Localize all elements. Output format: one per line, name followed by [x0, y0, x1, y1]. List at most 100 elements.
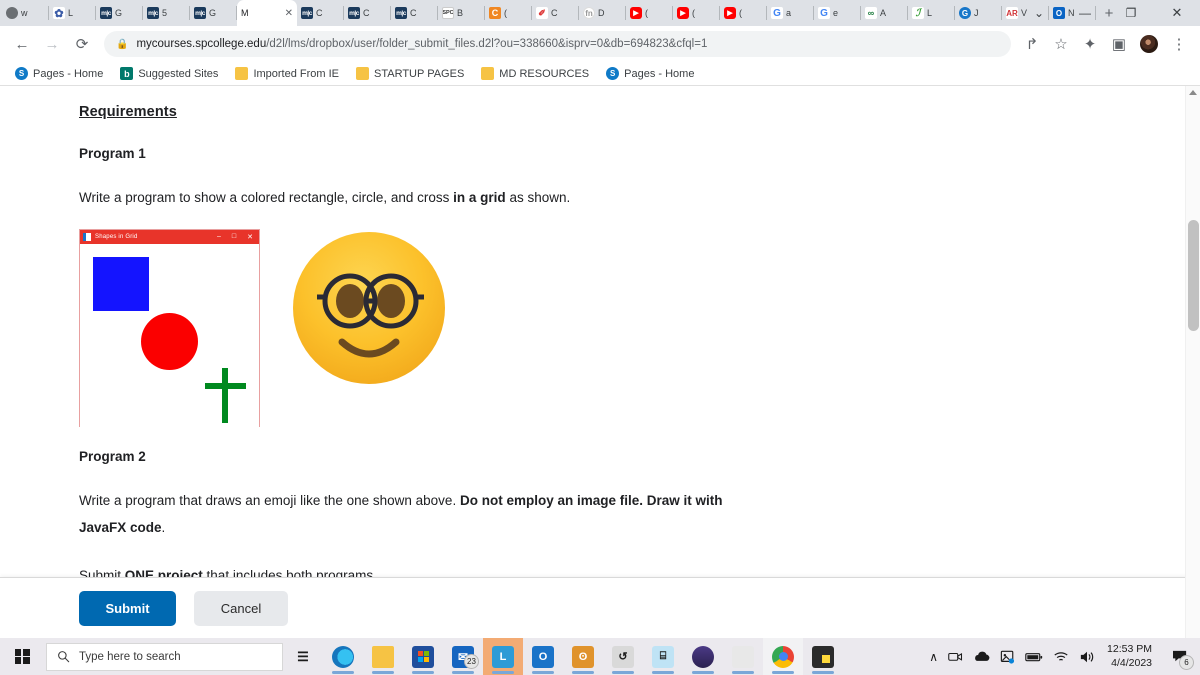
camera-icon[interactable]: [948, 650, 963, 663]
taskbar-search-box[interactable]: Type here to search: [46, 642, 283, 671]
wifi-icon[interactable]: [1053, 650, 1069, 663]
browser-tab[interactable]: m|c G: [96, 0, 143, 26]
file-explorer-icon[interactable]: [363, 638, 403, 675]
browser-tab[interactable]: ℐL: [908, 0, 955, 26]
edge-icon[interactable]: [323, 638, 363, 675]
chevron-up-icon[interactable]: ∧: [929, 650, 938, 664]
scroll-up-arrow-icon[interactable]: [1189, 90, 1197, 95]
microsoft-store-icon[interactable]: [403, 638, 443, 675]
program2-text-part2: .: [161, 519, 166, 535]
file-explorer-icon-glyph: [372, 645, 394, 668]
taskbar-clock[interactable]: 12:53 PM 4/4/2023: [1105, 643, 1158, 671]
maximize-button[interactable]: ❐: [1108, 0, 1154, 26]
system-tray: ∧ 12:53 PM 4/4/2023 6: [929, 643, 1200, 671]
bookmark-label: Suggested Sites: [138, 67, 219, 80]
browser-tab[interactable]: GJ: [955, 0, 1002, 26]
aleks-icon: ∞: [865, 7, 877, 19]
javafx-window-screenshot: Shapes in Grid – □ ✕: [79, 229, 260, 428]
browser-tab[interactable]: ▶(: [673, 0, 720, 26]
start-button[interactable]: [0, 638, 44, 675]
tab-label: (: [504, 8, 507, 18]
bookmarks-bar: S Pages - Home b Suggested Sites Imported Fr…: [0, 62, 1200, 86]
browser-tab[interactable]: ✿ L: [49, 0, 96, 26]
browser-tab[interactable]: m|c C: [344, 0, 391, 26]
notification-center-button[interactable]: 6: [1168, 645, 1194, 670]
blue-rectangle-shape: [93, 257, 149, 312]
chrome-icon[interactable]: [763, 638, 803, 675]
browser-tab[interactable]: SPC B: [438, 0, 485, 26]
sharepoint-icon: S: [606, 67, 620, 80]
browser-tab[interactable]: ∞ A: [861, 0, 908, 26]
form-action-bar: Submit Cancel: [0, 577, 1190, 638]
tab-label: (: [739, 8, 742, 18]
browser-tab[interactable]: ▶(: [626, 0, 673, 26]
amigo-icon[interactable]: ʘ: [563, 638, 603, 675]
forward-button[interactable]: →: [38, 30, 66, 58]
bookmark-item[interactable]: b Suggested Sites: [113, 65, 225, 82]
chrome-menu-icon[interactable]: ⋮: [1166, 31, 1192, 57]
browser-tab[interactable]: ▶(: [720, 0, 767, 26]
extensions-icon[interactable]: ✦: [1077, 31, 1103, 57]
chrome-icon-glyph: [772, 645, 794, 668]
bookmark-label: Pages - Home: [624, 67, 695, 80]
onedrive-icon[interactable]: [973, 651, 990, 663]
program2-description: Write a program that draws an emoji like…: [79, 488, 729, 541]
close-tab-icon[interactable]: ✕: [285, 8, 293, 19]
tab-label: C: [551, 8, 558, 18]
netbeans-icon[interactable]: [723, 638, 763, 675]
clipboard-icon: ✐: [536, 7, 548, 19]
side-panel-icon[interactable]: ▣: [1106, 31, 1132, 57]
browser-tab[interactable]: ✐ C: [532, 0, 579, 26]
youtube-icon: ▶: [630, 7, 642, 19]
bookmark-label: STARTUP PAGES: [374, 67, 465, 80]
sticky-notes-icon[interactable]: [803, 638, 843, 675]
share-icon[interactable]: ↱: [1019, 31, 1045, 57]
browser-tab[interactable]: m|c C: [391, 0, 438, 26]
bookmark-item[interactable]: S Pages - Home: [599, 65, 701, 82]
tab-label: L: [927, 8, 933, 18]
browser-tab[interactable]: Ge: [814, 0, 861, 26]
scrollbar-thumb[interactable]: [1188, 220, 1199, 331]
vertical-scrollbar[interactable]: [1185, 86, 1200, 638]
page-content: Requirements Program 1 Write a program t…: [0, 86, 1200, 589]
submit-button[interactable]: Submit: [79, 590, 176, 626]
lockdown-browser-icon[interactable]: L: [483, 638, 523, 675]
browser-tab[interactable]: M ✕: [237, 0, 297, 26]
close-window-button[interactable]: ✕: [1154, 0, 1200, 26]
back-button[interactable]: ←: [8, 30, 36, 58]
browser-tab[interactable]: w: [2, 0, 49, 26]
bookmark-label: Pages - Home: [33, 67, 104, 80]
elsevier-icon: ℐ: [912, 7, 924, 19]
bookmark-item[interactable]: S Pages - Home: [8, 65, 110, 82]
function-icon: fn: [583, 7, 595, 19]
calculator-icon[interactable]: ⌸: [643, 638, 683, 675]
reload-button[interactable]: ⟳: [68, 30, 96, 58]
cancel-button[interactable]: Cancel: [194, 590, 288, 626]
url-text: mycourses.spcollege.edu/d2l/lms/dropbox/…: [136, 38, 707, 50]
cortana-icon[interactable]: O: [523, 638, 563, 675]
photos-icon[interactable]: [1000, 650, 1015, 664]
bookmark-item[interactable]: Imported From IE: [228, 65, 346, 82]
address-bar[interactable]: 🔒 mycourses.spcollege.edu/d2l/lms/dropbo…: [104, 31, 1011, 57]
url-path: /d2l/lms/dropbox/user/folder_submit_file…: [266, 38, 708, 50]
browser-tab[interactable]: m|c G: [190, 0, 237, 26]
bookmark-item[interactable]: MD RESOURCES: [474, 65, 596, 82]
bookmark-item[interactable]: STARTUP PAGES: [349, 65, 471, 82]
python-icon[interactable]: ↺: [603, 638, 643, 675]
battery-icon[interactable]: [1025, 651, 1043, 663]
eclipse-icon[interactable]: [683, 638, 723, 675]
browser-tab[interactable]: m|c C: [297, 0, 344, 26]
volume-icon[interactable]: [1079, 650, 1095, 664]
bookmark-star-icon[interactable]: ☆: [1048, 31, 1074, 57]
task-view-icon-glyph: ☰: [297, 648, 309, 664]
browser-tab[interactable]: m|c 5: [143, 0, 190, 26]
browser-tab[interactable]: C(: [485, 0, 532, 26]
browser-tab[interactable]: Ga: [767, 0, 814, 26]
avatar[interactable]: [1140, 35, 1158, 53]
minimize-button[interactable]: —: [1062, 0, 1108, 26]
tab-search-chevron-icon[interactable]: ⌄: [1016, 0, 1062, 26]
task-view-icon[interactable]: ☰: [283, 638, 323, 675]
green-cross-vertical: [222, 368, 228, 424]
mail-icon[interactable]: ✉ 23: [443, 638, 483, 675]
browser-tab[interactable]: fn D: [579, 0, 626, 26]
